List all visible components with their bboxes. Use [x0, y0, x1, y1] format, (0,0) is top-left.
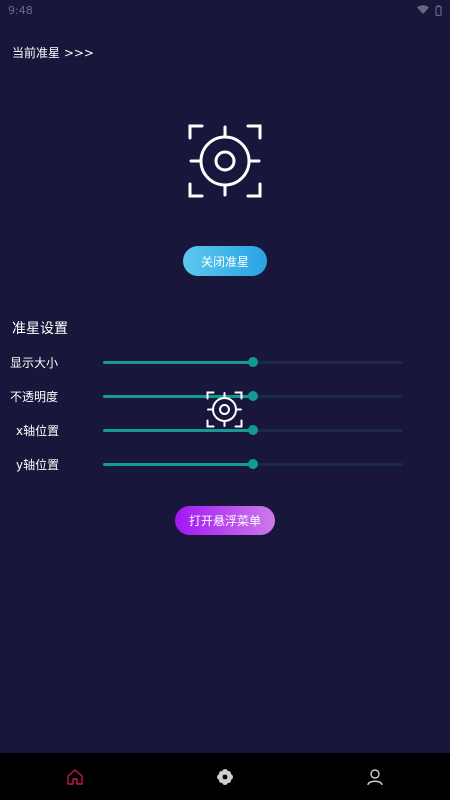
user-icon: [367, 768, 383, 785]
size-slider-row: 显示大小: [0, 350, 450, 374]
opacity-slider-label: 不透明度: [10, 390, 59, 404]
x-position-slider-fill: [103, 429, 253, 432]
battery-icon: [435, 4, 442, 16]
floating-crosshair-icon[interactable]: [206, 391, 243, 428]
status-time: 9:48: [8, 3, 33, 17]
y-position-slider-label: y轴位置: [16, 458, 60, 472]
status-icons: [417, 4, 442, 16]
opacity-slider[interactable]: [103, 391, 403, 401]
settings-title: 准星设置: [12, 321, 68, 337]
wifi-icon: [417, 5, 429, 14]
size-slider-thumb[interactable]: [248, 357, 258, 367]
status-bar: 9:48: [0, 0, 450, 20]
nav-home[interactable]: [0, 753, 150, 800]
current-crosshair-label: 当前准星 >>>: [12, 46, 94, 60]
toggle-crosshair-button[interactable]: 关闭准星: [183, 246, 267, 276]
y-position-slider-thumb[interactable]: [248, 459, 258, 469]
open-floating-menu-button[interactable]: 打开悬浮菜单: [175, 506, 275, 535]
size-slider-fill: [103, 361, 253, 364]
x-position-slider-thumb[interactable]: [248, 425, 258, 435]
home-icon: [67, 768, 83, 785]
bottom-nav: [0, 753, 450, 800]
x-position-slider[interactable]: [103, 425, 403, 435]
y-position-slider-row: y轴位置: [0, 452, 450, 476]
size-slider-label: 显示大小: [10, 356, 59, 370]
x-position-slider-label: x轴位置: [16, 424, 60, 438]
nav-profile[interactable]: [300, 753, 450, 800]
opacity-slider-thumb[interactable]: [248, 391, 258, 401]
crosshair-icon: [188, 124, 262, 198]
flower-icon: [217, 768, 233, 785]
size-slider[interactable]: [103, 357, 403, 367]
y-position-slider[interactable]: [103, 459, 403, 469]
nav-discover[interactable]: [150, 753, 300, 800]
y-position-slider-fill: [103, 463, 253, 466]
